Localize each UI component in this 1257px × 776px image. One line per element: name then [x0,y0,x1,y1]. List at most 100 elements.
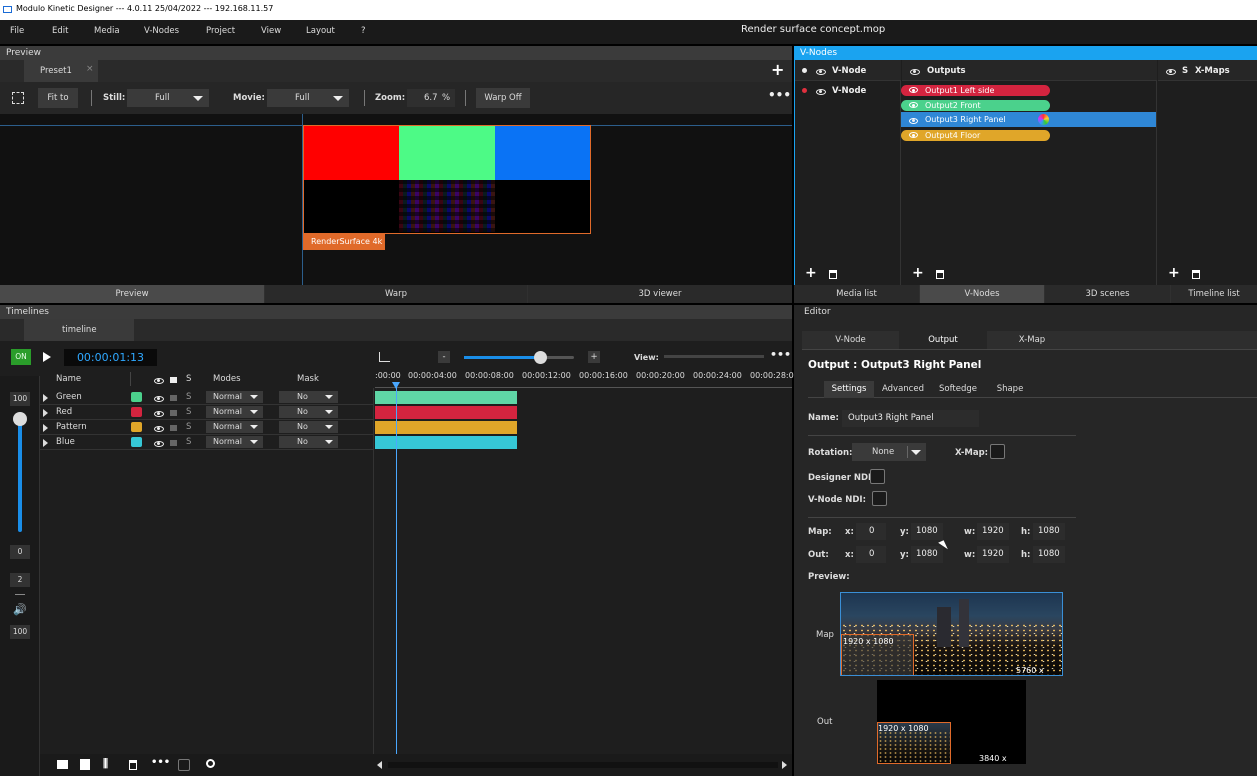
speaker-icon[interactable]: 🔊 [13,603,27,616]
output-item-3-selected[interactable]: Output3 Right Panel [901,112,1156,127]
tab-preset1[interactable]: Preset1 × [24,60,98,82]
more-options-icon[interactable]: ••• [770,348,791,361]
trash-icon[interactable] [829,270,837,279]
lock-icon[interactable] [170,440,177,446]
time-ruler[interactable]: :00:00 00:00:04:00 00:00:08:00 00:00:12:… [375,368,794,388]
eye-icon[interactable] [909,117,918,124]
eye-icon[interactable] [154,440,164,447]
menu-view[interactable]: View [261,26,281,36]
new-note-icon[interactable] [80,759,90,770]
lock-icon[interactable] [170,410,177,416]
map-x-input[interactable]: 0 [856,523,886,540]
volume-slider-handle[interactable] [13,412,27,426]
tab-3d-viewer[interactable]: 3D viewer [528,285,792,303]
mask-dropdown[interactable]: No [279,391,338,403]
vnode-row[interactable]: V-Node [795,84,901,98]
tab-settings[interactable]: Settings [824,381,874,398]
trash-icon[interactable] [936,270,944,279]
on-toggle[interactable]: ON [11,349,31,365]
layer-color-swatch[interactable] [131,407,142,417]
add-preset-icon[interactable]: + [771,60,784,79]
menu-media[interactable]: Media [94,26,120,36]
menu-vnodes[interactable]: V-Nodes [144,26,179,36]
close-icon[interactable]: × [86,64,94,74]
out-y-input[interactable]: 1080 [911,546,943,563]
tab-timeline-list[interactable]: Timeline list [1171,285,1257,303]
search-icon[interactable] [206,759,215,768]
expand-icon[interactable] [43,409,48,417]
eye-icon[interactable] [910,68,920,75]
color-wheel-icon[interactable] [1038,114,1049,125]
table-row[interactable]: Blue S Normal No [40,435,373,450]
more-options-icon[interactable]: ••• [151,757,170,768]
checkbox-icon[interactable] [178,759,190,771]
scroll-right-icon[interactable] [782,761,787,769]
curve-graph-icon[interactable] [379,352,390,362]
movie-dropdown[interactable]: Full [267,89,349,107]
name-input[interactable]: Output3 Right Panel [842,410,979,427]
zoom-slider-track[interactable] [464,356,574,359]
eye-icon[interactable] [154,395,164,402]
table-row[interactable]: Green S Normal No [40,390,373,405]
lock-icon[interactable] [170,395,177,401]
tab-vnodes[interactable]: V-Nodes [920,285,1044,303]
out-x-input[interactable]: 0 [856,546,886,563]
add-vnode-icon[interactable]: + [805,265,817,281]
tab-preview[interactable]: Preview [0,285,264,303]
layer-color-swatch[interactable] [131,422,142,432]
menu-project[interactable]: Project [206,26,235,36]
menu-file[interactable]: File [10,26,24,36]
eye-icon[interactable] [154,425,164,432]
add-output-icon[interactable]: + [912,265,924,281]
tab-output[interactable]: Output [899,331,987,349]
zoom-field[interactable]: 6.7 % [407,89,455,107]
tab-media-list[interactable]: Media list [794,285,919,303]
still-dropdown[interactable]: Full [127,89,209,107]
fit-frame-icon[interactable] [12,92,24,104]
tab-advanced[interactable]: Advanced [876,381,930,398]
mode-dropdown[interactable]: Normal [206,391,263,403]
trash-icon[interactable] [129,760,137,770]
view-scrollbar[interactable] [664,355,764,358]
zoom-out-button[interactable]: - [438,351,450,363]
scroll-left-icon[interactable] [377,761,382,769]
eye-icon[interactable] [909,87,918,93]
trash-icon[interactable] [1192,270,1200,279]
menu-edit[interactable]: Edit [52,26,68,36]
designer-ndi-checkbox[interactable] [870,469,885,484]
output-item-4[interactable]: Output4 Floor [901,130,1050,141]
tab-xmap[interactable]: X-Map [987,331,1077,349]
playhead-handle[interactable] [392,382,400,389]
warp-off-button[interactable]: Warp Off [476,88,530,108]
output-item-2[interactable]: Output2 Front [901,100,1050,111]
fit-to-button[interactable]: Fit to [38,88,78,108]
mask-dropdown[interactable]: No [279,406,338,418]
lock-icon[interactable] [170,425,177,431]
tab-3d-scenes[interactable]: 3D scenes [1045,285,1170,303]
zoom-in-button[interactable]: + [588,351,600,363]
lock-icon[interactable] [170,377,177,383]
menu-help[interactable]: ? [361,26,366,36]
tab-timeline[interactable]: timeline [24,319,134,341]
eye-icon[interactable] [816,88,826,95]
playhead[interactable] [396,382,397,754]
mixer-icon[interactable]: ⫼ [103,757,108,771]
eye-icon[interactable] [1166,68,1176,75]
layer-color-swatch[interactable] [131,392,142,402]
eye-icon[interactable] [909,102,918,108]
eye-icon[interactable] [816,68,826,75]
timecode-display[interactable]: 00:00:01:13 [64,349,157,366]
expand-icon[interactable] [43,424,48,432]
eye-icon[interactable] [909,132,918,138]
expand-icon[interactable] [43,394,48,402]
eye-icon[interactable] [154,410,164,417]
tab-shape[interactable]: Shape [986,381,1034,398]
table-row[interactable]: Pattern S Normal No [40,420,373,435]
mask-dropdown[interactable]: No [279,436,338,448]
table-row[interactable]: Red S Normal No [40,405,373,420]
add-xmap-icon[interactable]: + [1168,265,1180,281]
output-item-1[interactable]: Output1 Left side [901,85,1050,96]
render-surface[interactable] [303,125,591,234]
xmap-checkbox[interactable] [990,444,1005,459]
volume-slider-track[interactable] [18,412,22,532]
